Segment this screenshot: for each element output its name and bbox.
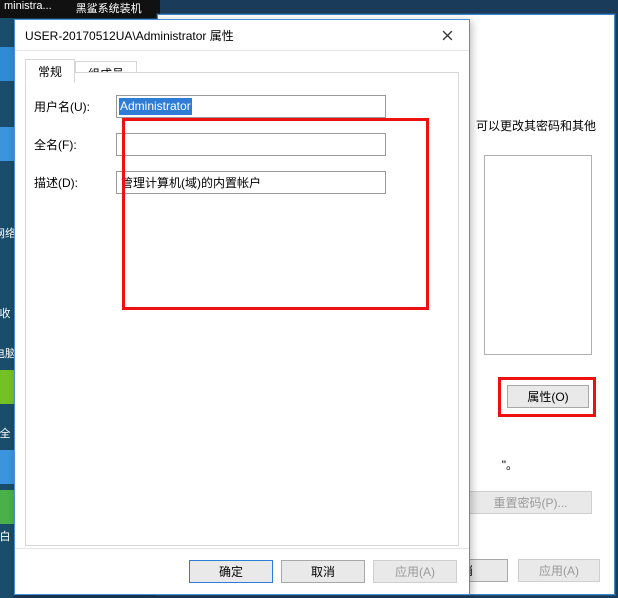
properties-button[interactable]: 属性(O) xyxy=(507,385,589,408)
fullname-label: 全名(F): xyxy=(34,136,116,153)
close-icon xyxy=(442,30,453,41)
admin-properties-dialog: USER-20170512UA\Administrator 属性 常规 组成员 … xyxy=(14,19,470,595)
titlebar[interactable]: USER-20170512UA\Administrator 属性 xyxy=(15,20,469,50)
apply-button: 应用(A) xyxy=(373,560,457,583)
hint-text: 可以更改其密码和其他 xyxy=(476,117,596,134)
users-listbox[interactable] xyxy=(484,155,592,355)
username-label: 用户名(U): xyxy=(34,98,116,115)
parent-apply-button: 应用(A) xyxy=(518,559,600,582)
reset-password-button: 重置密码(P)... xyxy=(469,491,592,514)
tab-pane-general: 用户名(U): Administrator 全名(F): 描述(D): xyxy=(25,72,459,546)
text-fragment: "。 xyxy=(502,456,518,473)
close-button[interactable] xyxy=(425,21,469,49)
description-label: 描述(D): xyxy=(34,174,116,191)
taskbar: ministra... 黑鲨系统装机 xyxy=(0,0,160,18)
tab-general[interactable]: 常规 xyxy=(25,59,75,83)
dialog-title: USER-20170512UA\Administrator 属性 xyxy=(25,27,234,44)
dialog-buttons: 确定 取消 应用(A) xyxy=(15,548,469,594)
fullname-input[interactable] xyxy=(116,133,386,156)
username-input[interactable] xyxy=(116,95,386,118)
taskbar-item[interactable]: ministra... xyxy=(4,0,52,16)
taskbar-item[interactable]: 黑鲨系统装机 xyxy=(76,0,142,16)
description-input[interactable] xyxy=(116,171,386,194)
ok-button[interactable]: 确定 xyxy=(189,560,273,583)
cancel-button[interactable]: 取消 xyxy=(281,560,365,583)
